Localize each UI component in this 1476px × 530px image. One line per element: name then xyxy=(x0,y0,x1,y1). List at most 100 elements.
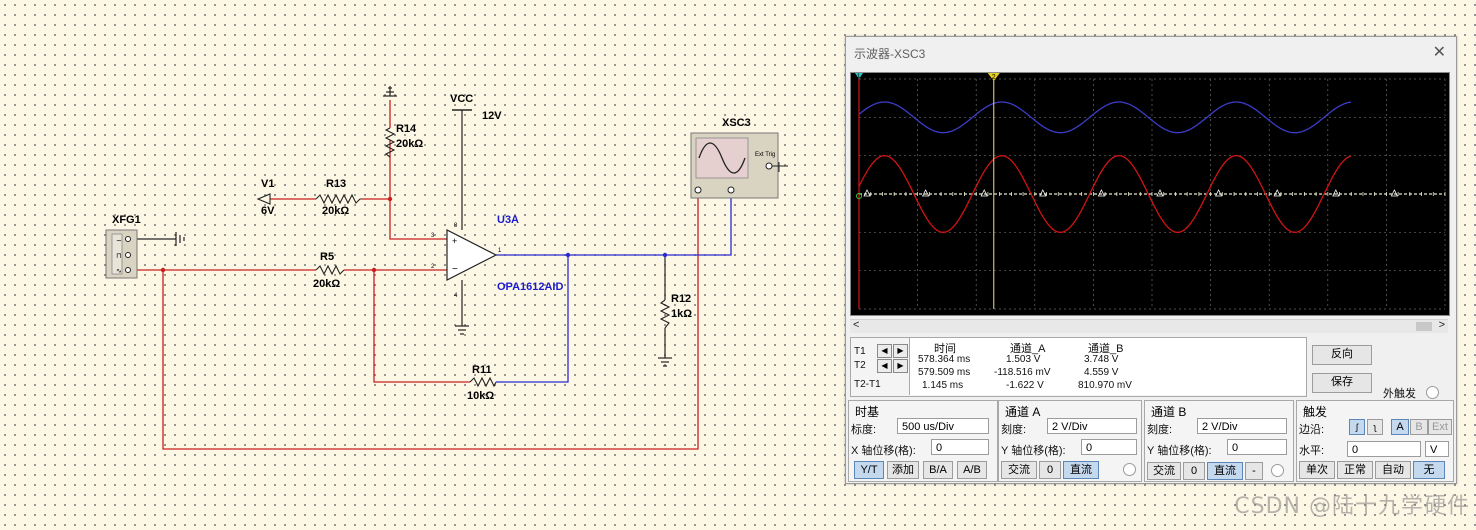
trigger-level-unit[interactable]: V xyxy=(1425,441,1449,457)
crossing-marker xyxy=(1332,189,1340,197)
x-position-field[interactable]: 0 xyxy=(931,439,989,455)
channel-a-ypos-field[interactable]: 0 xyxy=(1081,439,1137,455)
xsc3-label: XSC3 xyxy=(722,117,751,129)
channel-a-dc-button[interactable]: 直流 xyxy=(1063,461,1099,479)
t1-right-arrow-icon[interactable]: ▶ xyxy=(893,344,908,358)
r11-label: R11 xyxy=(472,364,492,376)
wire-xfg-to-scope-a xyxy=(137,196,699,450)
t2-right-arrow-icon[interactable]: ▶ xyxy=(893,359,908,373)
readout-t2-b: 4.559 V xyxy=(1084,367,1119,378)
save-button[interactable]: 保存 xyxy=(1312,373,1372,393)
trigger-source-b-button[interactable]: B xyxy=(1410,419,1428,435)
ground-symbol-opamp xyxy=(455,325,469,335)
readout-delta-b: 810.970 mV xyxy=(1078,380,1132,391)
mode-ba-button[interactable]: B/A xyxy=(923,461,953,479)
reverse-button[interactable]: 反向 xyxy=(1312,345,1372,365)
ground-symbol-xfg xyxy=(175,232,185,246)
channel-b-zero-button[interactable]: 0 xyxy=(1183,462,1205,480)
crossing-marker xyxy=(1214,189,1223,197)
t2-label: T2 xyxy=(854,360,866,371)
crossing-marker xyxy=(1273,189,1281,197)
svg-text:8: 8 xyxy=(454,223,458,229)
channel-b-ypos-field[interactable]: 0 xyxy=(1227,439,1287,455)
scroll-right-icon[interactable]: > xyxy=(1439,319,1445,331)
svg-text:2: 2 xyxy=(431,264,435,270)
mode-add-button[interactable]: 添加 xyxy=(887,461,919,479)
rising-edge-icon[interactable]: ʃ xyxy=(1349,419,1365,435)
window-titlebar[interactable]: 示波器-XSC3 ✕ xyxy=(846,37,1456,67)
channel-b-radio[interactable] xyxy=(1271,464,1284,477)
ground-symbol-r14 xyxy=(383,86,397,97)
channel-b-ypos-label: Y 轴位移(格): xyxy=(1147,445,1212,457)
r13-value: 20kΩ xyxy=(322,205,350,217)
r11-resistor xyxy=(469,376,497,388)
t2-left-arrow-icon[interactable]: ◀ xyxy=(877,359,892,373)
channel-b-dc-button[interactable]: 直流 xyxy=(1207,462,1243,480)
vcc-label: VCC xyxy=(450,93,474,105)
crossing-marker xyxy=(980,189,988,197)
x-position-label: X 轴位移(格): xyxy=(851,445,916,457)
channel-a-radio[interactable] xyxy=(1123,463,1136,476)
r12-resistor xyxy=(659,299,671,329)
r11-value: 10kΩ xyxy=(467,390,495,402)
readout-table: 时间 通道_A 通道_B 578.364 ms 1.503 V 3.748 V … xyxy=(909,338,1306,395)
scroll-thumb[interactable] xyxy=(1416,322,1432,331)
opamp-model-label: OPA1612AID xyxy=(497,281,564,293)
trigger-normal-button[interactable]: 正常 xyxy=(1337,461,1373,479)
svg-text:−: − xyxy=(452,264,458,275)
scope-display[interactable]: 12 xyxy=(850,72,1450,316)
svg-text:1: 1 xyxy=(498,248,502,254)
trigger-none-button[interactable]: 无 xyxy=(1413,461,1445,479)
channel-b-scale-field[interactable]: 2 V/Div xyxy=(1197,418,1287,434)
r5-label: R5 xyxy=(320,251,335,263)
r5-value: 20kΩ xyxy=(313,278,341,290)
schematic-canvas[interactable]: + − 8 4 3 2 1 ~ ⊓ ∿ xyxy=(0,0,845,530)
falling-edge-icon[interactable]: ʅ xyxy=(1367,419,1383,435)
channel-a-ypos-label: Y 轴位移(格): xyxy=(1001,445,1066,457)
readout-delta-time: 1.145 ms xyxy=(922,380,964,391)
crossing-marker xyxy=(921,189,930,197)
scroll-left-icon[interactable]: < xyxy=(853,319,859,331)
function-generator-xfg1: ~ ⊓ ∿ xyxy=(105,229,138,279)
r12-label: R12 xyxy=(671,293,692,305)
channel-a-ac-button[interactable]: 交流 xyxy=(1001,461,1037,479)
trigger-level-field[interactable]: 0 xyxy=(1347,441,1421,457)
mode-ab-button[interactable]: A/B xyxy=(957,461,987,479)
trigger-single-button[interactable]: 单次 xyxy=(1299,461,1335,479)
r14-label: R14 xyxy=(396,123,417,135)
channel-a-scale-label: 刻度: xyxy=(1001,424,1027,436)
ext-trigger-radio[interactable] xyxy=(1426,386,1439,399)
crossing-marker xyxy=(1039,189,1047,197)
r5-resistor xyxy=(315,264,345,276)
channel-b-title: 通道 B xyxy=(1151,405,1187,419)
channel-b-ac-button[interactable]: 交流 xyxy=(1147,462,1181,480)
scope-scrollbar[interactable]: < > xyxy=(850,319,1448,333)
readout-t2-a: -118.516 mV xyxy=(994,367,1051,378)
cursor-t2-tag: 2 xyxy=(992,74,996,81)
ground-symbol-r12 xyxy=(658,357,672,367)
wire-r14-to-noninverting xyxy=(389,140,447,240)
close-icon[interactable]: ✕ xyxy=(1433,42,1446,62)
oscilloscope-window[interactable]: 示波器-XSC3 ✕ 12 < > T1 ◀ ▶ T2 ◀ ▶ T2-T1 时间… xyxy=(845,36,1457,484)
channel-a-scale-field[interactable]: 2 V/Div xyxy=(1047,418,1137,434)
channel-a-panel: 通道 A 刻度: 2 V/Div Y 轴位移(格): 0 交流 0 直流 xyxy=(998,400,1142,482)
watermark-text: CSDN @陆十九学硬件 xyxy=(1234,494,1470,519)
svg-text:4: 4 xyxy=(454,293,458,299)
channel-b-panel: 通道 B 刻度: 2 V/Div Y 轴位移(格): 0 交流 0 直流 - xyxy=(1144,400,1294,482)
u3a-label: U3A xyxy=(497,214,520,226)
channel-b-invert-button[interactable]: - xyxy=(1245,462,1263,480)
t1-label: T1 xyxy=(854,346,866,357)
trigger-source-a-button[interactable]: A xyxy=(1391,419,1409,435)
channel-a-zero-button[interactable]: 0 xyxy=(1039,461,1061,479)
trigger-auto-button[interactable]: 自动 xyxy=(1375,461,1411,479)
v1-source-arrow xyxy=(256,193,271,205)
readout-delta-a: -1.622 V xyxy=(1006,380,1044,391)
crossing-marker xyxy=(1390,189,1399,197)
readout-t1-a: 1.503 V xyxy=(1006,354,1041,365)
trigger-source-ext-button[interactable]: Ext xyxy=(1428,419,1452,435)
mode-yt-button[interactable]: Y/T xyxy=(854,461,884,479)
vcc-value: 12V xyxy=(482,110,502,122)
crossing-marker xyxy=(1097,189,1106,197)
t1-left-arrow-icon[interactable]: ◀ xyxy=(877,344,892,358)
timebase-scale-field[interactable]: 500 us/Div xyxy=(897,418,989,434)
